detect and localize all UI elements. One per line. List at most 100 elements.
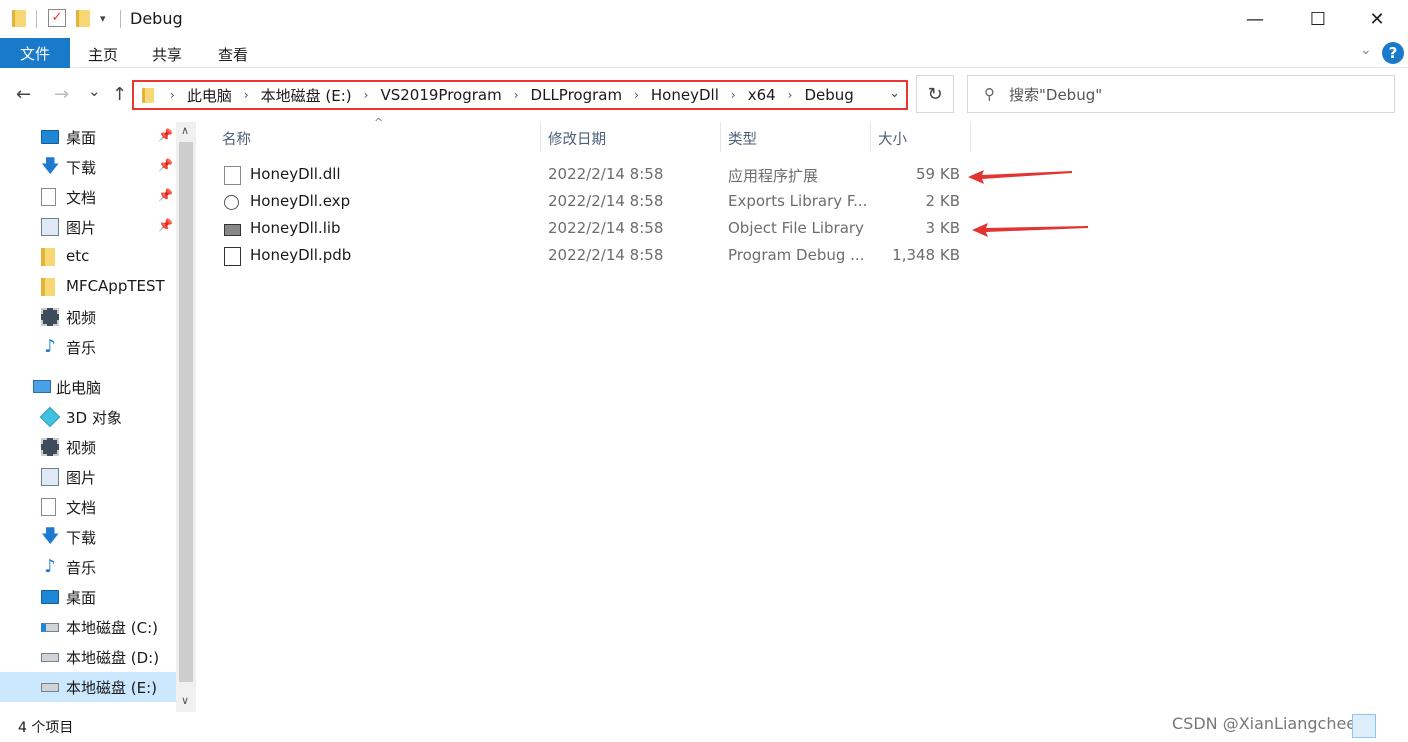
sort-ascending-icon: ^ — [374, 116, 384, 129]
sidebar-item-label: MFCAppTEST — [66, 277, 165, 295]
tab-view[interactable]: 查看 — [218, 44, 248, 65]
sidebar-item-drive-e[interactable]: 本地磁盘 (E:) — [0, 672, 176, 702]
music-icon: ♪ — [44, 556, 56, 577]
sidebar-item-label: 本地磁盘 (E:) — [66, 679, 158, 697]
scroll-down-icon[interactable]: ∨ — [181, 694, 189, 707]
address-bar[interactable]: › 此电脑 › 本地磁盘 (E:) › VS2019Program › DLLP… — [132, 80, 908, 110]
recent-locations-button[interactable]: ⌄ — [88, 82, 101, 100]
new-folder-icon[interactable] — [76, 10, 90, 27]
exp-file-icon — [224, 195, 239, 210]
sidebar-item-this-pc[interactable]: 此电脑 — [0, 372, 176, 402]
chevron-right-icon[interactable]: › — [788, 88, 793, 102]
sidebar-item-downloads[interactable]: 🡇 下载 📌 — [0, 152, 176, 182]
sidebar-item-desktop[interactable]: 桌面 📌 — [0, 122, 176, 152]
sidebar-item-label: 文档 — [66, 189, 97, 207]
sidebar-item-label: 视频 — [66, 439, 97, 457]
sidebar-item-documents[interactable]: 文档 — [0, 492, 176, 522]
properties-icon[interactable]: ✓ — [48, 9, 66, 27]
minimize-button[interactable]: — — [1224, 0, 1286, 38]
search-placeholder: 搜索"Debug" — [1009, 85, 1103, 104]
chevron-right-icon[interactable]: › — [244, 88, 249, 102]
chevron-right-icon[interactable]: › — [731, 88, 736, 102]
drive-icon — [41, 653, 59, 662]
document-icon — [41, 188, 56, 206]
tab-share[interactable]: 共享 — [152, 44, 182, 65]
scrollbar-thumb[interactable] — [179, 142, 193, 682]
breadcrumb-item-honeydll[interactable]: HoneyDll — [651, 86, 719, 104]
sidebar-item-mfcapptest[interactable]: MFCAppTEST — [0, 272, 176, 302]
sidebar-item-3d-objects[interactable]: 3D 对象 — [0, 402, 176, 432]
sidebar-item-pictures[interactable]: 图片 📌 — [0, 212, 176, 242]
table-row[interactable]: HoneyDll.pdb 2022/2/14 8:58 Program Debu… — [214, 243, 974, 270]
sidebar-item-drive-c[interactable]: 本地磁盘 (C:) — [0, 612, 176, 642]
column-header-name[interactable]: 名称 — [222, 128, 251, 149]
refresh-button[interactable]: ↻ — [916, 75, 954, 113]
table-row[interactable]: HoneyDll.lib 2022/2/14 8:58 Object File … — [214, 216, 974, 243]
sidebar-scrollbar[interactable]: ∧ ∨ — [176, 122, 196, 712]
sidebar-item-pictures[interactable]: 图片 — [0, 462, 176, 492]
sidebar-item-documents[interactable]: 文档 📌 — [0, 182, 176, 212]
close-button[interactable]: ✕ — [1346, 0, 1408, 38]
column-header-date[interactable]: 修改日期 — [548, 128, 606, 149]
column-header-size[interactable]: 大小 — [878, 128, 907, 149]
table-row[interactable]: HoneyDll.exp 2022/2/14 8:58 Exports Libr… — [214, 189, 974, 216]
scroll-up-icon[interactable]: ∧ — [181, 124, 189, 137]
sidebar-item-desktop[interactable]: 桌面 — [0, 582, 176, 612]
column-header-type[interactable]: 类型 — [728, 128, 757, 149]
file-size: 2 KB — [925, 192, 960, 210]
column-divider[interactable] — [540, 122, 541, 152]
sidebar-item-etc[interactable]: etc — [0, 242, 176, 272]
folder-icon — [142, 87, 154, 103]
window-title: Debug — [130, 9, 183, 28]
up-button[interactable]: ↑ — [112, 84, 127, 105]
desktop-icon — [41, 130, 59, 144]
sidebar-item-drive-d[interactable]: 本地磁盘 (D:) — [0, 642, 176, 672]
details-view-button[interactable] — [1352, 714, 1376, 738]
column-divider[interactable] — [870, 122, 871, 152]
address-dropdown-icon[interactable]: ⌄ — [889, 86, 900, 101]
column-divider[interactable] — [970, 122, 971, 152]
chevron-right-icon[interactable]: › — [514, 88, 519, 102]
pin-icon: 📌 — [158, 188, 173, 202]
search-input[interactable]: ⚲ 搜索"Debug" — [967, 75, 1395, 113]
tab-home[interactable]: 主页 — [88, 44, 118, 65]
file-date: 2022/2/14 8:58 — [548, 246, 664, 264]
help-icon[interactable]: ? — [1382, 42, 1404, 64]
breadcrumb-item-vs2019program[interactable]: VS2019Program — [380, 86, 501, 104]
video-icon — [41, 308, 59, 326]
breadcrumb-item-debug[interactable]: Debug — [804, 86, 853, 104]
breadcrumb-item-this-pc[interactable]: 此电脑 — [187, 85, 232, 106]
search-icon: ⚲ — [984, 85, 995, 103]
breadcrumb: › 此电脑 › 本地磁盘 (E:) › VS2019Program › DLLP… — [158, 85, 854, 106]
breadcrumb-item-x64[interactable]: x64 — [748, 86, 776, 104]
sidebar-item-label: 文档 — [66, 499, 97, 517]
breadcrumb-item-dllprogram[interactable]: DLLProgram — [531, 86, 623, 104]
sidebar-item-music[interactable]: ♪ 音乐 — [0, 552, 176, 582]
sidebar-item-videos[interactable]: 视频 — [0, 432, 176, 462]
document-icon — [41, 498, 56, 516]
sidebar-item-music[interactable]: ♪ 音乐 — [0, 332, 176, 362]
ribbon: 文件 主页 共享 查看 ⌄ ? — [0, 38, 1408, 68]
chevron-right-icon[interactable]: › — [364, 88, 369, 102]
breadcrumb-item-drive-e[interactable]: 本地磁盘 (E:) — [261, 85, 352, 106]
back-button[interactable]: ← — [16, 84, 31, 105]
view-switcher — [1348, 714, 1408, 742]
chevron-right-icon[interactable]: › — [634, 88, 639, 102]
file-name: HoneyDll.lib — [250, 219, 341, 237]
expand-ribbon-chevron-icon[interactable]: ⌄ — [1360, 42, 1372, 58]
tab-file[interactable]: 文件 — [0, 38, 70, 68]
chevron-right-icon: › — [170, 88, 175, 102]
sidebar-item-label: 图片 — [66, 469, 97, 487]
file-name: HoneyDll.exp — [250, 192, 351, 210]
table-row[interactable]: HoneyDll.dll 2022/2/14 8:58 应用程序扩展 59 KB — [214, 162, 974, 189]
computer-icon — [33, 380, 51, 393]
maximize-button[interactable]: ☐ — [1287, 0, 1349, 38]
sidebar-item-label: 下载 — [66, 159, 97, 177]
sidebar-item-downloads[interactable]: 🡇 下载 — [0, 522, 176, 552]
quick-access-dropdown-icon[interactable]: ▾ — [100, 12, 106, 25]
3d-objects-icon — [39, 406, 61, 428]
status-bar: 4 个项目 CSDN @XianLiangcheese — [0, 712, 1408, 742]
column-divider[interactable] — [720, 122, 721, 152]
forward-button[interactable]: → — [54, 84, 69, 105]
sidebar-item-videos[interactable]: 视频 — [0, 302, 176, 332]
